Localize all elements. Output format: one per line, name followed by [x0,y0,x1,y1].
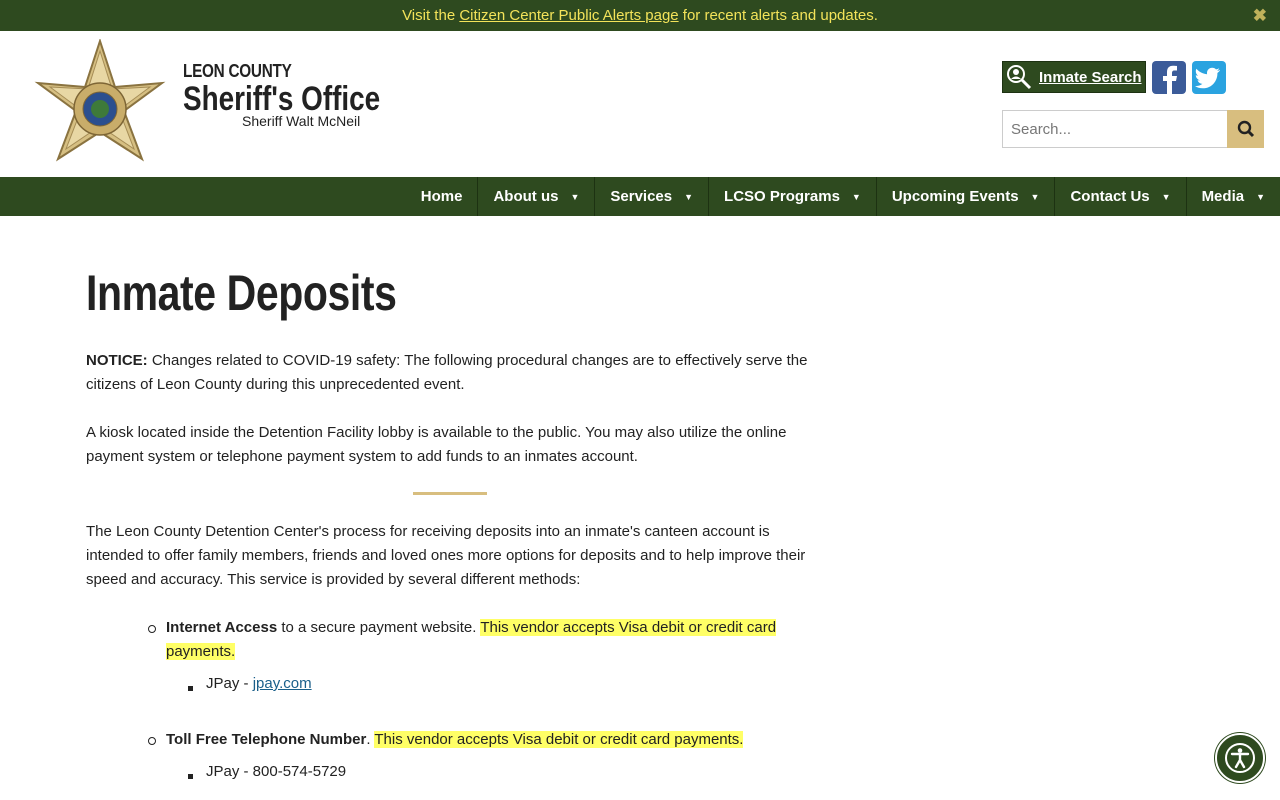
accessibility-button[interactable] [1215,733,1265,783]
nav-services[interactable]: Services ▼ [594,177,708,216]
caret-down-icon: ▼ [1256,191,1265,202]
kiosk-paragraph: A kiosk located inside the Detention Fac… [86,424,787,465]
accessibility-icon [1225,743,1255,773]
search-button[interactable] [1227,110,1264,148]
notice-paragraph: NOTICE: Changes related to COVID-19 safe… [86,349,821,397]
site-header: LEON COUNTY Sheriff's Office Sheriff Wal… [0,31,1280,177]
process-paragraph: The Leon County Detention Center's proce… [86,523,806,588]
bullet-square [188,774,193,779]
page-title: Inmate Deposits [86,265,397,321]
method-telephone: Toll Free Telephone Number. This vendor … [166,728,806,752]
close-icon[interactable]: ✖ [1253,6,1267,26]
nav-label: Upcoming Events [891,188,1019,205]
nav-label: Contact Us [1070,188,1150,205]
method-internet: Internet Access to a secure payment webs… [166,616,786,664]
inmate-search-label: Inmate Search [1039,68,1142,86]
caret-down-icon: ▼ [1161,191,1171,202]
nav-home[interactable]: Home [406,177,478,216]
sheriff-badge-logo[interactable] [30,39,170,171]
facebook-icon[interactable] [1152,61,1186,94]
sub-prefix: JPay - [206,675,253,692]
nav-label: About us [493,188,559,205]
notice-label: NOTICE: [86,352,148,369]
brand-block[interactable]: LEON COUNTY Sheriff's Office Sheriff Wal… [183,61,423,129]
main-nav: Home About us ▼ Services ▼ LCSO Programs ▼ … [0,177,1280,216]
nav-upcoming-events[interactable]: Upcoming Events ▼ [875,177,1055,216]
nav-items: Home About us ▼ Services ▼ LCSO Programs ▼ … [406,177,1280,216]
bullet-circle [148,737,156,745]
alerts-page-link[interactable]: Citizen Center Public Alerts page [459,7,678,24]
nav-contact-us[interactable]: Contact Us ▼ [1054,177,1185,216]
method-title: Internet Access [166,619,278,636]
nav-media[interactable]: Media ▼ [1185,177,1280,216]
caret-down-icon: ▼ [684,191,694,202]
search-input[interactable] [1002,110,1228,148]
nav-label: Services [610,188,673,205]
nav-label: Home [420,188,463,205]
method-sub-jpay-phone: JPay - 800-574-5729 [206,763,347,780]
brand-sheriff-name: Sheriff Walt McNeil [242,113,361,129]
brand-county: LEON COUNTY [183,61,292,81]
alert-suffix: for recent alerts and updates. [682,7,878,24]
method-sub-jpay-web: JPay - jpay.com [206,672,312,696]
nav-label: Media [1201,188,1245,205]
caret-down-icon: ▼ [851,191,861,202]
inmate-search-icon [1003,62,1035,92]
nav-lcso-programs[interactable]: LCSO Programs ▼ [708,177,876,216]
search-icon [1237,120,1254,138]
inmate-search-button[interactable]: Inmate Search [1002,61,1146,93]
caret-down-icon: ▼ [1030,191,1040,202]
brand-office: Sheriff's Office [183,80,381,118]
divider [413,492,487,495]
alert-prefix: Visit the [402,7,456,24]
bullet-circle [148,625,156,633]
notice-text: Changes related to COVID-19 safety: The … [86,352,808,393]
method-text: to a secure payment website. [277,619,481,636]
nav-label: LCSO Programs [724,188,840,205]
twitter-icon[interactable] [1192,61,1226,94]
nav-about-us[interactable]: About us ▼ [477,177,594,216]
alert-bar: Visit the Citizen Center Public Alerts p… [0,0,1280,31]
bullet-square [188,686,193,691]
jpay-link[interactable]: jpay.com [253,675,312,692]
caret-down-icon: ▼ [570,191,580,202]
method-highlight: This vendor accepts Visa debit or credit… [374,731,744,748]
method-title: Toll Free Telephone Number [166,731,367,748]
